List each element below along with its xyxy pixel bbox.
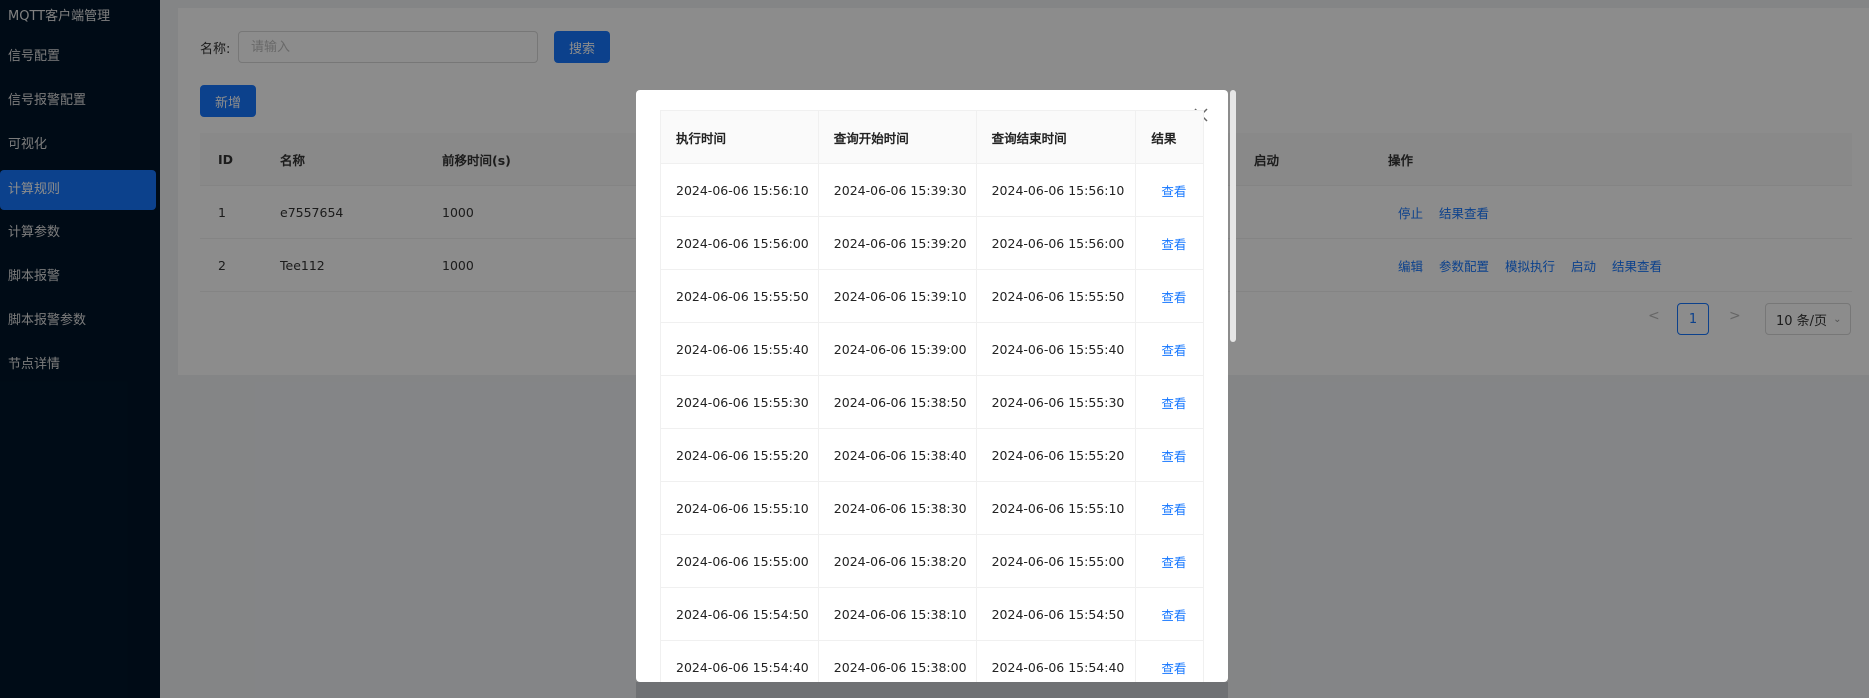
modal-scrollbar[interactable]	[1230, 90, 1236, 342]
table-row: 2024-06-06 15:56:00 2024-06-06 15:39:20 …	[660, 216, 1204, 270]
view-link[interactable]: 查看	[1135, 322, 1204, 376]
view-link[interactable]: 查看	[1135, 375, 1204, 429]
table-row: 2024-06-06 15:56:10 2024-06-06 15:39:30 …	[660, 163, 1204, 217]
view-link[interactable]: 查看	[1135, 216, 1204, 270]
cell-query-start: 2024-06-06 15:39:10	[817, 269, 977, 323]
cell-exec-time: 2024-06-06 15:55:00	[660, 534, 819, 588]
cell-query-start: 2024-06-06 15:38:30	[817, 481, 977, 535]
cell-exec-time: 2024-06-06 15:55:30	[660, 375, 819, 429]
col-exec-time: 执行时间	[660, 110, 819, 164]
view-link[interactable]: 查看	[1135, 481, 1204, 535]
cell-query-start: 2024-06-06 15:38:40	[817, 428, 977, 482]
table-row: 2024-06-06 15:55:30 2024-06-06 15:38:50 …	[660, 375, 1204, 429]
table-row: 2024-06-06 15:55:50 2024-06-06 15:39:10 …	[660, 269, 1204, 323]
col-query-end: 查询结束时间	[975, 110, 1137, 164]
view-link[interactable]: 查看	[1135, 269, 1204, 323]
cell-query-end: 2024-06-06 15:55:00	[975, 534, 1137, 588]
cell-query-start: 2024-06-06 15:38:20	[817, 534, 977, 588]
cell-exec-time: 2024-06-06 15:56:10	[660, 163, 819, 217]
table-row: 2024-06-06 15:55:10 2024-06-06 15:38:30 …	[660, 481, 1204, 535]
col-result: 结果	[1135, 110, 1204, 164]
cell-query-end: 2024-06-06 15:56:00	[975, 216, 1137, 270]
cell-query-start: 2024-06-06 15:39:30	[817, 163, 977, 217]
cell-query-start: 2024-06-06 15:39:20	[817, 216, 977, 270]
cell-exec-time: 2024-06-06 15:56:00	[660, 216, 819, 270]
modal-bottom-mask	[636, 682, 1228, 698]
view-link[interactable]: 查看	[1135, 534, 1204, 588]
cell-exec-time: 2024-06-06 15:55:50	[660, 269, 819, 323]
view-link[interactable]: 查看	[1135, 587, 1204, 641]
results-table: 执行时间 查询开始时间 查询结束时间 结果 2024-06-06 15:56:1…	[660, 110, 1204, 694]
table-row: 2024-06-06 15:54:50 2024-06-06 15:38:10 …	[660, 587, 1204, 641]
cell-query-end: 2024-06-06 15:54:50	[975, 587, 1137, 641]
view-link[interactable]: 查看	[1135, 428, 1204, 482]
view-link[interactable]: 查看	[1135, 163, 1204, 217]
col-query-start: 查询开始时间	[817, 110, 977, 164]
table-row: 2024-06-06 15:55:20 2024-06-06 15:38:40 …	[660, 428, 1204, 482]
table-row: 2024-06-06 15:55:40 2024-06-06 15:39:00 …	[660, 322, 1204, 376]
table-row: 2024-06-06 15:55:00 2024-06-06 15:38:20 …	[660, 534, 1204, 588]
cell-query-end: 2024-06-06 15:56:10	[975, 163, 1137, 217]
cell-query-start: 2024-06-06 15:39:00	[817, 322, 977, 376]
cell-query-end: 2024-06-06 15:55:20	[975, 428, 1137, 482]
cell-query-end: 2024-06-06 15:55:10	[975, 481, 1137, 535]
cell-query-end: 2024-06-06 15:55:30	[975, 375, 1137, 429]
results-table-header: 执行时间 查询开始时间 查询结束时间 结果	[660, 110, 1204, 164]
cell-query-end: 2024-06-06 15:55:50	[975, 269, 1137, 323]
cell-query-start: 2024-06-06 15:38:10	[817, 587, 977, 641]
cell-exec-time: 2024-06-06 15:54:50	[660, 587, 819, 641]
cell-exec-time: 2024-06-06 15:55:20	[660, 428, 819, 482]
cell-query-start: 2024-06-06 15:38:50	[817, 375, 977, 429]
cell-exec-time: 2024-06-06 15:55:40	[660, 322, 819, 376]
cell-query-end: 2024-06-06 15:55:40	[975, 322, 1137, 376]
cell-exec-time: 2024-06-06 15:55:10	[660, 481, 819, 535]
